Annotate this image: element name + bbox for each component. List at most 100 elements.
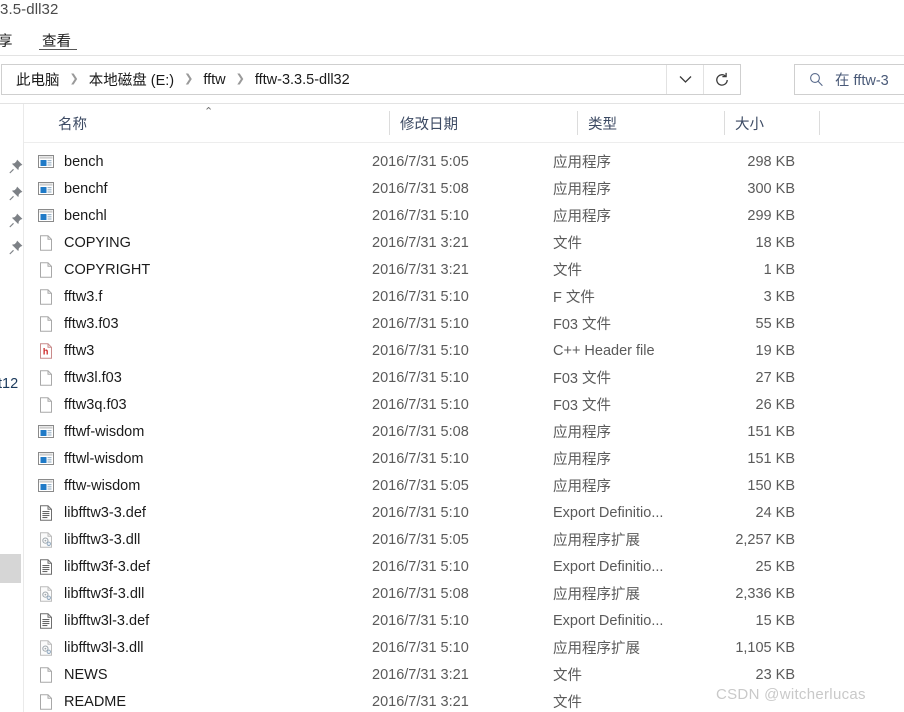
table-row[interactable]: COPYING 2016/7/31 3:21 文件 18 KB <box>24 229 904 256</box>
table-row[interactable]: benchf 2016/7/31 5:08 应用程序 300 KB <box>24 175 904 202</box>
breadcrumb-item-current[interactable]: fftw-3.3.5-dll32 <box>252 71 353 89</box>
file-name-cell[interactable]: NEWS <box>38 667 108 683</box>
column-header-name[interactable]: 名称 <box>47 104 389 142</box>
table-row[interactable]: fftwl-wisdom 2016/7/31 5:10 应用程序 151 KB <box>24 445 904 472</box>
text-document-icon <box>38 612 54 629</box>
file-type-cell: Export Definitio... <box>553 612 664 629</box>
ribbon-tab-share[interactable]: 享 <box>0 28 17 53</box>
breadcrumb-item-local-disk[interactable]: 本地磁盘 (E:) <box>86 68 177 91</box>
file-name-cell[interactable]: fftw-wisdom <box>38 478 140 494</box>
ribbon-tab-view-underline <box>39 49 77 50</box>
file-size-cell: 298 KB <box>747 153 795 170</box>
file-type-cell: Export Definitio... <box>553 558 664 575</box>
file-date-cell: 2016/7/31 5:10 <box>372 396 469 413</box>
blank-file-icon <box>38 261 54 278</box>
breadcrumb-chevron-icon[interactable]: ❯ <box>229 72 252 85</box>
window-title: 3.5-dll32 <box>0 1 59 18</box>
file-name-cell[interactable]: libfftw3f-3.dll <box>38 586 144 602</box>
file-name-cell[interactable]: bench <box>38 154 104 170</box>
file-name-label: libfftw3f-3.def <box>64 558 150 575</box>
column-header-date[interactable]: 修改日期 <box>389 104 577 142</box>
table-row[interactable]: NEWS 2016/7/31 3:21 文件 23 KB <box>24 661 904 688</box>
file-name-cell[interactable]: libfftw3f-3.def <box>38 559 150 575</box>
refresh-icon[interactable] <box>703 65 740 94</box>
search-icon <box>809 72 824 87</box>
table-row[interactable]: COPYRIGHT 2016/7/31 3:21 文件 1 KB <box>24 256 904 283</box>
file-date-cell: 2016/7/31 5:05 <box>372 531 469 548</box>
text-document-icon <box>38 558 54 575</box>
table-row[interactable]: libfftw3f-3.def 2016/7/31 5:10 Export Defi… <box>24 553 904 580</box>
file-date-cell: 2016/7/31 5:10 <box>372 288 469 305</box>
file-name-cell[interactable]: libfftw3-3.dll <box>38 532 140 548</box>
table-row[interactable]: h fftw3 2016/7/31 5:10 C++ Header file 19 KB <box>24 337 904 364</box>
dll-icon <box>38 531 54 548</box>
table-row[interactable]: fftw3.f03 2016/7/31 5:10 F03 文件 55 KB <box>24 310 904 337</box>
breadcrumb-item-this-pc[interactable]: 此电脑 <box>13 68 63 91</box>
application-icon <box>38 451 54 467</box>
table-row[interactable]: fftw3.f 2016/7/31 5:10 F 文件 3 KB <box>24 283 904 310</box>
file-type-cell: 文件 <box>553 236 582 252</box>
table-row[interactable]: fftw3l.f03 2016/7/31 5:10 F03 文件 27 KB <box>24 364 904 391</box>
table-row[interactable]: fftw-wisdom 2016/7/31 5:05 应用程序 150 KB <box>24 472 904 499</box>
table-row[interactable]: libfftw3l-3.def 2016/7/31 5:10 Export Defi… <box>24 607 904 634</box>
file-name-label: fftw-wisdom <box>64 477 141 494</box>
file-type-cell: 应用程序 <box>553 452 611 468</box>
file-name-label: benchl <box>64 207 107 224</box>
search-input[interactable]: 在 fftw-3 <box>835 69 889 90</box>
file-name-cell[interactable]: benchf <box>38 181 108 197</box>
file-size-cell: 15 KB <box>755 612 796 629</box>
ribbon-tab-bar: 享 查看 <box>0 24 904 55</box>
file-name-cell[interactable]: COPYING <box>38 235 131 251</box>
file-name-label: fftw3.f03 <box>64 315 119 332</box>
pin-icon[interactable] <box>8 239 24 255</box>
file-date-cell: 2016/7/31 5:05 <box>372 477 469 494</box>
dll-icon <box>38 585 54 602</box>
file-name-cell[interactable]: fftwl-wisdom <box>38 451 144 467</box>
pin-icon[interactable] <box>8 212 24 228</box>
column-header-size[interactable]: 大小 <box>724 104 819 142</box>
breadcrumb-item-fftw[interactable]: fftw <box>200 71 228 89</box>
table-row[interactable]: libfftw3-3.dll 2016/7/31 5:05 应用程序扩展 2,257 … <box>24 526 904 553</box>
table-row[interactable]: bench 2016/7/31 5:05 应用程序 298 KB <box>24 148 904 175</box>
table-row[interactable]: fftwf-wisdom 2016/7/31 5:08 应用程序 151 KB <box>24 418 904 445</box>
file-size-cell: 150 KB <box>747 477 795 494</box>
file-name-cell[interactable]: fftw3l.f03 <box>38 370 122 386</box>
table-row[interactable]: benchl 2016/7/31 5:10 应用程序 299 KB <box>24 202 904 229</box>
pin-icon[interactable] <box>8 185 24 201</box>
blank-file-icon <box>38 666 54 683</box>
file-name-cell[interactable]: libfftw3l-3.def <box>38 613 149 629</box>
file-list[interactable]: bench 2016/7/31 5:05 应用程序 298 KB benchf 2016/… <box>24 148 904 712</box>
application-icon <box>38 208 54 224</box>
chevron-down-icon[interactable] <box>666 65 703 94</box>
file-name-cell[interactable]: fftw3.f <box>38 289 102 305</box>
pin-icon[interactable] <box>8 158 24 174</box>
file-name-cell[interactable]: fftwf-wisdom <box>38 424 144 440</box>
file-date-cell: 2016/7/31 5:10 <box>372 207 469 224</box>
search-box[interactable]: 在 fftw-3 <box>794 64 904 95</box>
file-name-cell[interactable]: benchl <box>38 208 107 224</box>
file-type-cell: 应用程序扩展 <box>553 533 640 549</box>
file-name-cell[interactable]: COPYRIGHT <box>38 262 150 278</box>
navigation-pane-item-label[interactable]: t12 <box>0 376 18 392</box>
file-name-cell[interactable]: libfftw3l-3.dll <box>38 640 144 656</box>
address-bar[interactable]: 此电脑 ❯ 本地磁盘 (E:) ❯ fftw ❯ fftw-3.3.5-dll3… <box>1 64 741 95</box>
table-row[interactable]: libfftw3f-3.dll 2016/7/31 5:08 应用程序扩展 2,336… <box>24 580 904 607</box>
table-row[interactable]: libfftw3-3.def 2016/7/31 5:10 Export Defin… <box>24 499 904 526</box>
file-date-cell: 2016/7/31 5:10 <box>372 342 469 359</box>
file-name-cell[interactable]: libfftw3-3.def <box>38 505 146 521</box>
column-header-type[interactable]: 类型 <box>577 104 724 142</box>
breadcrumb-chevron-icon[interactable]: ❯ <box>177 72 200 85</box>
file-name-cell[interactable]: h fftw3 <box>38 343 94 359</box>
breadcrumb-chevron-icon[interactable]: ❯ <box>63 72 86 85</box>
column-header-end-divider <box>819 104 830 142</box>
navigation-pane-scrollbar[interactable] <box>0 554 21 583</box>
file-size-cell: 3 KB <box>763 288 795 305</box>
table-row[interactable]: libfftw3l-3.dll 2016/7/31 5:10 应用程序扩展 1,105… <box>24 634 904 661</box>
file-size-cell: 23 KB <box>755 666 796 683</box>
file-name-cell[interactable]: README <box>38 694 126 710</box>
table-row[interactable]: fftw3q.f03 2016/7/31 5:10 F03 文件 26 KB <box>24 391 904 418</box>
application-icon <box>38 154 54 170</box>
file-date-cell: 2016/7/31 5:10 <box>372 369 469 386</box>
file-name-cell[interactable]: fftw3q.f03 <box>38 397 127 413</box>
file-name-cell[interactable]: fftw3.f03 <box>38 316 119 332</box>
